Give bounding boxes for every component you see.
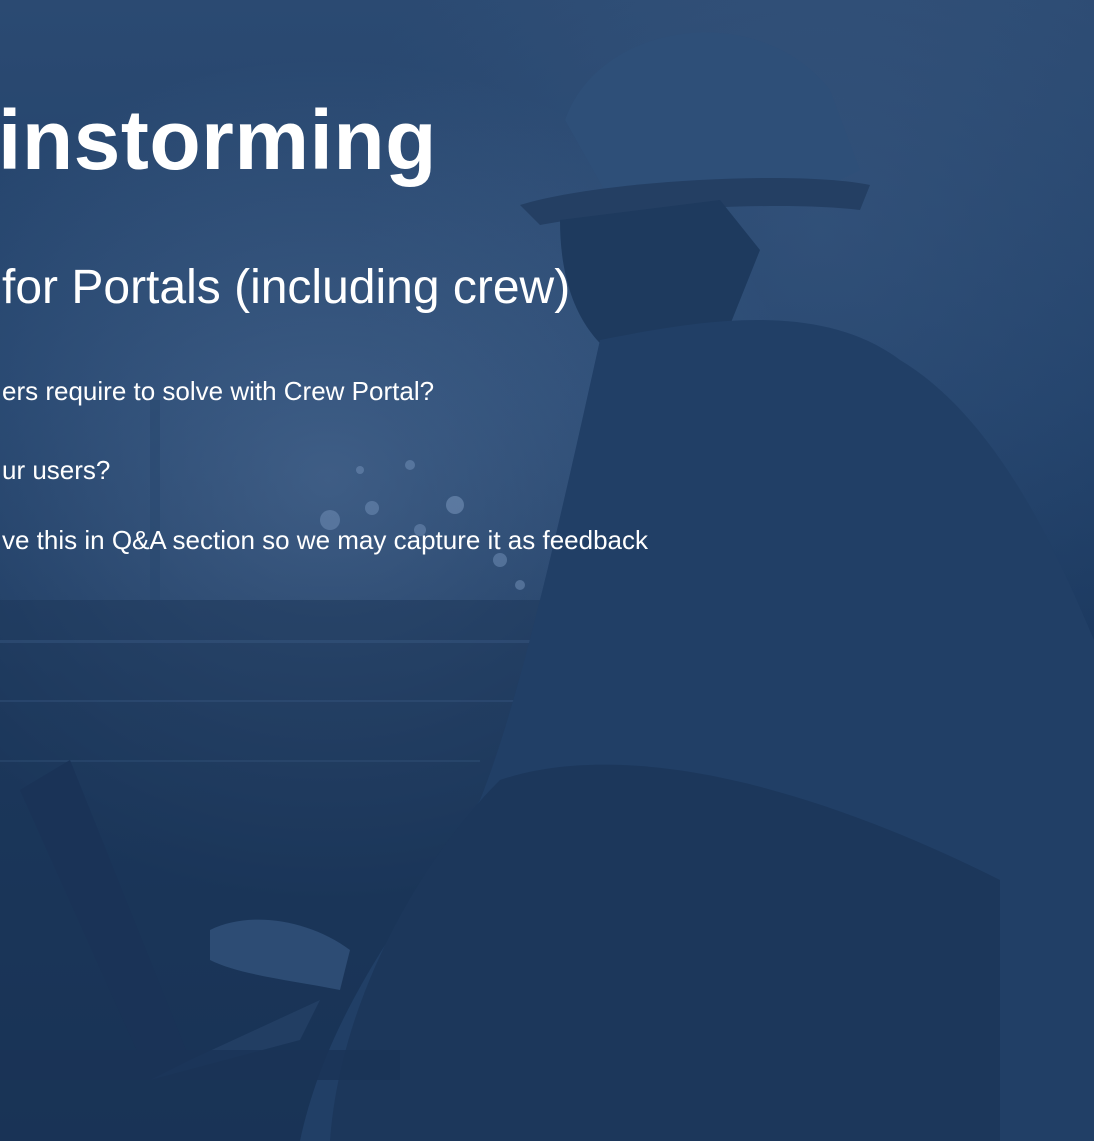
slide-subtitle: for Portals (including crew) <box>2 261 571 314</box>
slide-title: instorming <box>0 93 437 187</box>
bullet-item: ers require to solve with Crew Portal? <box>2 376 435 406</box>
presentation-slide: instorming for Portals (including crew) … <box>0 0 1094 1141</box>
worker-silhouette <box>210 32 1094 1141</box>
bullet-item: ur users? <box>2 455 111 485</box>
bullet-item: ve this in Q&A section so we may capture… <box>2 525 648 555</box>
